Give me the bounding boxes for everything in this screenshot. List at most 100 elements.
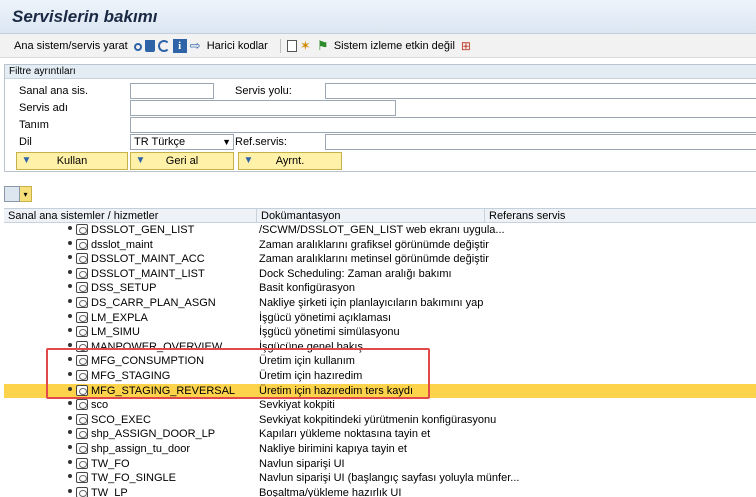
tree-row[interactable]: DSSLOT_MAINT_LIST Dock Scheduling: Zaman … [4,267,756,282]
service-documentation: Nakliye şirketi için planlayıcıların bak… [259,296,484,309]
tree-row[interactable]: LM_SIMU İşgücü yönetimi simülasyonu [4,325,756,340]
tree-row[interactable]: TW_FO_SINGLE Navlun siparişi UI (başlangı… [4,471,756,486]
bullet-icon [68,459,72,464]
column-divider[interactable] [256,209,257,223]
tree-row[interactable]: MFG_STAGING Üretim için hazıredim [4,369,756,384]
service-name[interactable]: DSSLOT_GEN_LIST [91,224,194,236]
reset-button[interactable]: ▼ Geri al [130,152,234,170]
service-name[interactable]: shp_assign_tu_door [91,443,190,455]
service-name[interactable]: LM_EXPLA [91,312,148,324]
bullet-icon [68,269,72,274]
chevron-down-icon[interactable]: ▼ [222,135,231,149]
service-node-icon [76,399,88,411]
service-name[interactable]: TW_LP [91,487,128,497]
info-icon[interactable]: i [172,38,187,53]
service-node-icon [76,267,88,279]
service-documentation: Üretim için hazıredim ters kaydı [259,384,414,397]
service-name[interactable]: SCO_EXEC [91,414,151,426]
system-monitoring-button[interactable]: Sistem izleme etkin değil [334,40,455,52]
tree-row[interactable]: DSS_SETUP Basit konfigürasyon [4,281,756,296]
service-name-input[interactable] [130,100,396,116]
display-change-icon[interactable] [133,42,142,51]
bullet-icon [68,386,72,391]
apply-button[interactable]: ▼ Kullan [16,152,128,170]
service-name[interactable]: dsslot_maint [91,239,153,251]
details-button-label: Ayrnt. [275,155,305,167]
service-name[interactable]: sco [91,399,108,411]
service-path-input[interactable] [325,83,756,99]
tree-row[interactable]: DSSLOT_GEN_LIST/SCWM/DSSLOT_GEN_LIST web… [4,223,756,238]
service-name[interactable]: MFG_CONSUMPTION [91,355,204,367]
bullet-icon [68,371,72,376]
tree-row[interactable]: SCO_EXEC Sevkiyat kokpitindeki yürütmenin… [4,413,756,428]
description-input[interactable] [130,117,756,133]
service-name[interactable]: TW_FO [91,458,130,470]
service-documentation: Sevkiyat kokpiti [259,399,335,412]
service-name[interactable]: DSSLOT_MAINT_ACC [91,253,205,265]
tree-row[interactable]: TW_FO Navlun siparişi UI [4,457,756,472]
tree-row[interactable]: MFG_STAGING_REVERSAL Üretim için hazıredi… [4,383,756,399]
column-header-documentation[interactable]: Dokümantasyon [261,210,341,222]
service-name[interactable]: DS_CARR_PLAN_ASGN [91,297,216,309]
tree-row[interactable]: TW_LP Boşaltma/yükleme hazırlık UI [4,486,756,497]
tree-row[interactable]: DS_CARR_PLAN_ASGN Nakliye şirketi için pl… [4,296,756,311]
service-name[interactable]: MFG_STAGING [91,370,170,382]
service-documentation: İşgücü yönetimi açıklaması [259,311,392,324]
service-node-icon [76,253,88,265]
print-dropdown-icon[interactable]: ▾ [20,186,32,202]
service-documentation: Navlun siparişi UI [259,457,345,470]
filter-row-description: Tanım [5,117,756,134]
service-name[interactable]: shp_ASSIGN_DOOR_LP [91,428,215,440]
tree-row[interactable]: shp_ASSIGN_DOOR_LP Kapıları yükleme nokta… [4,427,756,442]
delete-icon[interactable] [144,39,155,52]
filter-row-service-name: Servis adı [5,100,756,117]
tree-row[interactable]: DSSLOT_MAINT_ACC Zaman aralıklarını metin… [4,252,756,267]
virtual-host-input[interactable] [130,83,214,99]
tree-row[interactable]: MANPOWER_OVERVIEW İşgücüne genel bakış [4,340,756,355]
service-node-icon [76,413,88,425]
service-node-icon [76,428,88,440]
external-aliases-button[interactable]: Harici kodlar [207,40,268,52]
tree-row[interactable]: shp_assign_tu_door Nakliye birimini kapıy… [4,442,756,457]
details-button[interactable]: ▼ Ayrnt. [238,152,342,170]
service-name[interactable]: LM_SIMU [91,326,140,338]
hierarchy-icon[interactable]: ⊞ [461,39,475,53]
language-select[interactable]: TR Türkçe ▼ [130,134,234,150]
service-documentation: İşgücüne genel bakış [259,340,363,353]
wizard-icon[interactable]: ✶ [300,38,314,53]
service-node-icon [76,472,88,484]
bullet-icon [68,240,72,245]
services-tree: Sanal ana sistemler / hizmetler Dokümant… [4,208,756,497]
document-icon[interactable] [286,39,297,52]
column-divider[interactable] [484,209,485,223]
tree-row[interactable]: MFG_CONSUMPTION Üretim için kullanım [4,354,756,369]
service-name[interactable]: DSS_SETUP [91,282,156,294]
print-icon[interactable] [4,186,20,202]
tree-row[interactable]: dsslot_maint Zaman aralıklarını grafiksel… [4,238,756,253]
service-documentation: Üretim için kullanım [259,355,355,368]
column-header-hosts[interactable]: Sanal ana sistemler / hizmetler [8,210,158,222]
service-documentation: Zaman aralıklarını metinsel görünümde de… [259,253,489,266]
service-documentation: Boşaltma/yükleme hazırlık UI [259,486,402,497]
toolbar-separator [279,38,281,53]
title-bar: Servislerin bakımı [0,0,756,34]
service-node-icon [76,369,88,381]
service-documentation: Üretim için hazıredim [259,369,363,382]
refresh-icon[interactable] [157,39,170,52]
service-node-icon [76,311,88,323]
column-header-reference[interactable]: Referans servis [489,210,565,222]
service-name[interactable]: TW_FO_SINGLE [91,472,176,484]
ref-service-input[interactable] [325,134,756,150]
bullet-icon [68,342,72,347]
apply-button-label: Kullan [56,155,88,167]
tree-row[interactable]: LM_EXPLA İşgücü yönetimi açıklaması [4,311,756,326]
create-host-service-button[interactable]: Ana sistem/servis yarat [14,40,128,52]
filter-section-title: Filtre ayrıntıları [5,65,756,79]
service-name[interactable]: MANPOWER_OVERVIEW [91,341,222,353]
service-path-label: Servis yolu: [235,85,292,97]
application-toolbar: Ana sistem/servis yarat i ⇨ Harici kodla… [0,34,756,58]
tree-toolbar: ▾ [4,186,38,204]
service-name[interactable]: MFG_STAGING_REVERSAL [91,385,235,397]
tree-row[interactable]: sco Sevkiyat kokpiti [4,398,756,413]
service-name[interactable]: DSSLOT_MAINT_LIST [91,268,205,280]
